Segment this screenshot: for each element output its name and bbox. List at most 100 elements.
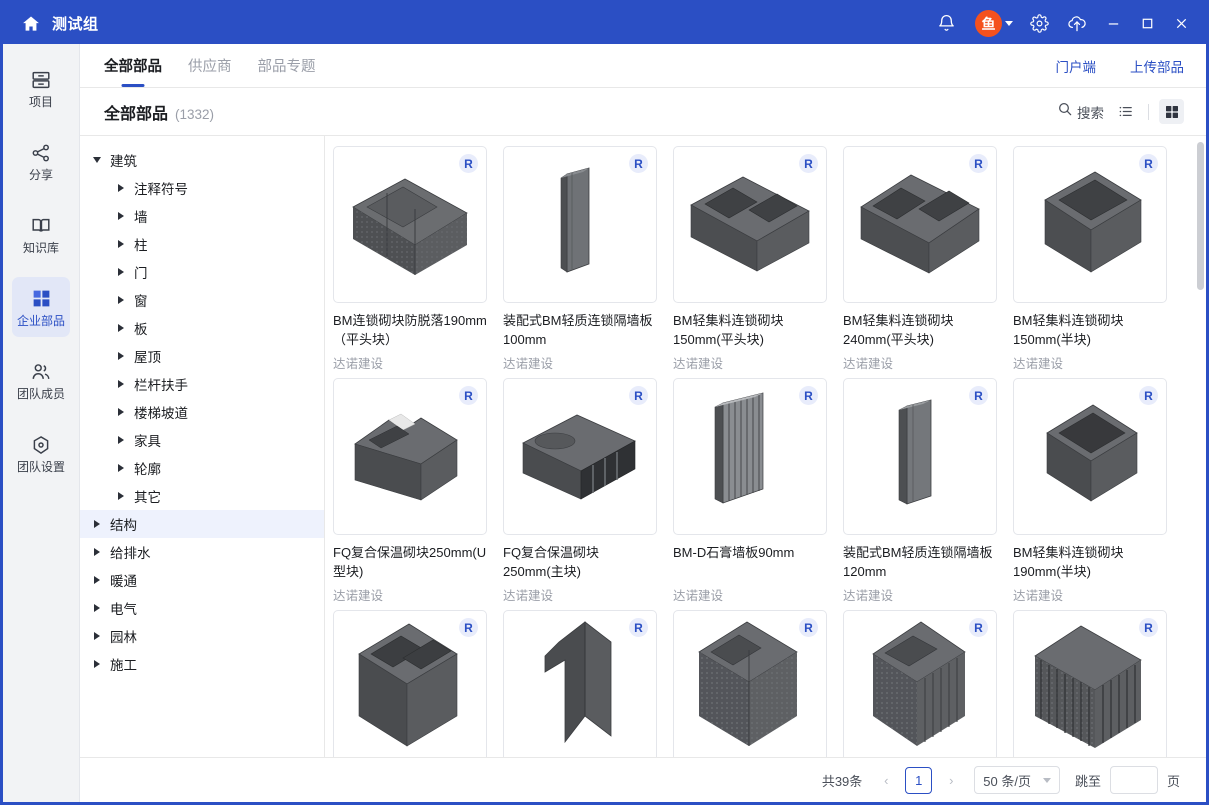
tree-node-architecture[interactable]: 建筑 — [80, 146, 324, 174]
chevron-right-icon[interactable] — [92, 547, 102, 557]
part-thumbnail[interactable]: R — [503, 610, 657, 757]
tree-node-construction[interactable]: 施工 — [80, 650, 324, 678]
part-thumbnail[interactable]: R — [673, 146, 827, 303]
tree-node-annotation[interactable]: 注释符号 — [80, 174, 324, 202]
part-thumbnail[interactable]: R — [1013, 146, 1167, 303]
tree-node-slab[interactable]: 板 — [80, 314, 324, 342]
tab-suppliers[interactable]: 供应商 — [188, 44, 232, 87]
chevron-right-icon[interactable] — [116, 351, 126, 361]
tree-node-hvac[interactable]: 暖通 — [80, 566, 324, 594]
chevron-right-icon[interactable] — [92, 659, 102, 669]
chevron-right-icon[interactable] — [116, 435, 126, 445]
home-icon[interactable] — [21, 14, 41, 34]
part-thumbnail[interactable]: R — [1013, 378, 1167, 535]
tree-node-roof[interactable]: 屋顶 — [80, 342, 324, 370]
part-card[interactable]: R FQ复合保温砌块250mm(U型块) 达诺建设 — [333, 378, 487, 604]
part-thumbnail[interactable]: R — [333, 610, 487, 757]
page-size-select[interactable]: 50 条/页 — [974, 766, 1060, 794]
chevron-right-icon[interactable] — [116, 323, 126, 333]
part-thumbnail[interactable]: R — [503, 146, 657, 303]
part-thumbnail[interactable]: R — [843, 610, 997, 757]
tree-node-profile[interactable]: 轮廓 — [80, 454, 324, 482]
pagination-prev-button[interactable]: ‹ — [876, 768, 896, 792]
tree-node-railing[interactable]: 栏杆扶手 — [80, 370, 324, 398]
tree-node-window[interactable]: 窗 — [80, 286, 324, 314]
minimize-button[interactable] — [1098, 9, 1128, 39]
part-thumbnail[interactable]: R — [673, 378, 827, 535]
part-thumbnail[interactable]: R — [503, 378, 657, 535]
part-card[interactable]: R BM轻集料连锁砌块150mm(平头块) 达诺建设 — [673, 146, 827, 372]
sidebar-item-knowledge[interactable]: 知识库 — [12, 204, 70, 264]
chevron-right-icon[interactable] — [116, 295, 126, 305]
sidebar-item-share[interactable]: 分享 — [12, 131, 70, 191]
chevron-right-icon[interactable] — [92, 631, 102, 641]
grid-view-icon[interactable] — [1159, 99, 1184, 124]
tab-all-parts[interactable]: 全部部品 — [104, 44, 162, 87]
avatar[interactable]: 鱼 — [975, 10, 1002, 37]
part-card[interactable]: R — [503, 610, 657, 757]
part-card[interactable]: R BM连锁砌块防脱落190mm（平头块） 达诺建设 — [333, 146, 487, 372]
maximize-button[interactable] — [1132, 9, 1162, 39]
tree-node-landscape[interactable]: 园林 — [80, 622, 324, 650]
part-card[interactable]: R FQ复合保温砌块250mm(主块) 达诺建设 — [503, 378, 657, 604]
part-card[interactable]: R BM轻集料连锁砌块190mm(半块) 达诺建设 — [1013, 378, 1167, 604]
chevron-right-icon[interactable] — [116, 239, 126, 249]
chevron-right-icon[interactable] — [116, 267, 126, 277]
part-card[interactable]: R — [1013, 610, 1167, 757]
chevron-right-icon[interactable] — [116, 463, 126, 473]
part-thumbnail[interactable]: R — [843, 146, 997, 303]
gear-icon[interactable] — [1022, 9, 1056, 39]
search-button[interactable]: 搜索 — [1057, 101, 1104, 122]
tree-node-structure[interactable]: 结构 — [80, 510, 324, 538]
tree-node-furniture[interactable]: 家具 — [80, 426, 324, 454]
part-card[interactable]: R — [333, 610, 487, 757]
part-card[interactable]: R BM轻集料连锁砌块150mm(半块) 达诺建设 — [1013, 146, 1167, 372]
bell-icon[interactable] — [929, 9, 963, 39]
part-card[interactable]: R — [673, 610, 827, 757]
chevron-right-icon[interactable] — [92, 575, 102, 585]
part-thumbnail[interactable]: R — [843, 378, 997, 535]
part-thumbnail[interactable]: R — [333, 378, 487, 535]
sidebar-item-projects[interactable]: 项目 — [12, 58, 70, 118]
part-thumbnail[interactable]: R — [673, 610, 827, 757]
chevron-right-icon[interactable] — [116, 183, 126, 193]
upload-parts-link[interactable]: 上传部品 — [1130, 56, 1184, 76]
upload-cloud-icon[interactable] — [1060, 9, 1094, 39]
part-card[interactable]: R BM轻集料连锁砌块240mm(平头块) 达诺建设 — [843, 146, 997, 372]
chevron-right-icon[interactable] — [116, 211, 126, 221]
chevron-down-icon[interactable] — [92, 155, 102, 165]
pagination-next-button[interactable]: › — [941, 768, 961, 792]
pagination-page-1[interactable]: 1 — [905, 766, 933, 794]
sidebar-item-enterprise-parts[interactable]: 企业部品 — [12, 277, 70, 337]
close-button[interactable] — [1166, 9, 1196, 39]
chevron-right-icon[interactable] — [92, 603, 102, 613]
tree-node-electrical[interactable]: 电气 — [80, 594, 324, 622]
chevron-right-icon[interactable] — [116, 491, 126, 501]
sidebar-item-team-settings[interactable]: 团队设置 — [12, 423, 70, 483]
tree-node-wall[interactable]: 墙 — [80, 202, 324, 230]
chevron-right-icon[interactable] — [92, 519, 102, 529]
chevron-right-icon[interactable] — [116, 407, 126, 417]
part-card[interactable]: R — [843, 610, 997, 757]
sidebar-item-team-members[interactable]: 团队成员 — [12, 350, 70, 410]
part-card[interactable]: R 装配式BM轻质连锁隔墙板100mm 达诺建设 — [503, 146, 657, 372]
part-thumbnail[interactable]: R — [333, 146, 487, 303]
vertical-scrollbar[interactable] — [1197, 136, 1204, 757]
tab-part-topics[interactable]: 部品专题 — [258, 44, 316, 87]
tree-node-door[interactable]: 门 — [80, 258, 324, 286]
user-menu[interactable]: 鱼 — [975, 10, 1013, 37]
scrollbar-thumb[interactable] — [1197, 142, 1204, 290]
list-view-icon[interactable] — [1113, 99, 1138, 124]
tree-node-column[interactable]: 柱 — [80, 230, 324, 258]
sidebar-item-label: 团队设置 — [16, 460, 65, 474]
tree-node-stairs-ramp[interactable]: 楼梯坡道 — [80, 398, 324, 426]
pagination-jump-input[interactable] — [1109, 766, 1158, 794]
part-thumbnail[interactable]: R — [1013, 610, 1167, 757]
tree-node-other[interactable]: 其它 — [80, 482, 324, 510]
part-card[interactable]: R BM-D石膏墙板90mm 达诺建设 — [673, 378, 827, 604]
tree-node-plumbing[interactable]: 给排水 — [80, 538, 324, 566]
chevron-down-icon[interactable] — [1005, 21, 1013, 26]
part-card[interactable]: R 装配式BM轻质连锁隔墙板120mm 达诺建设 — [843, 378, 997, 604]
chevron-right-icon[interactable] — [116, 379, 126, 389]
portal-link[interactable]: 门户端 — [1056, 56, 1097, 76]
